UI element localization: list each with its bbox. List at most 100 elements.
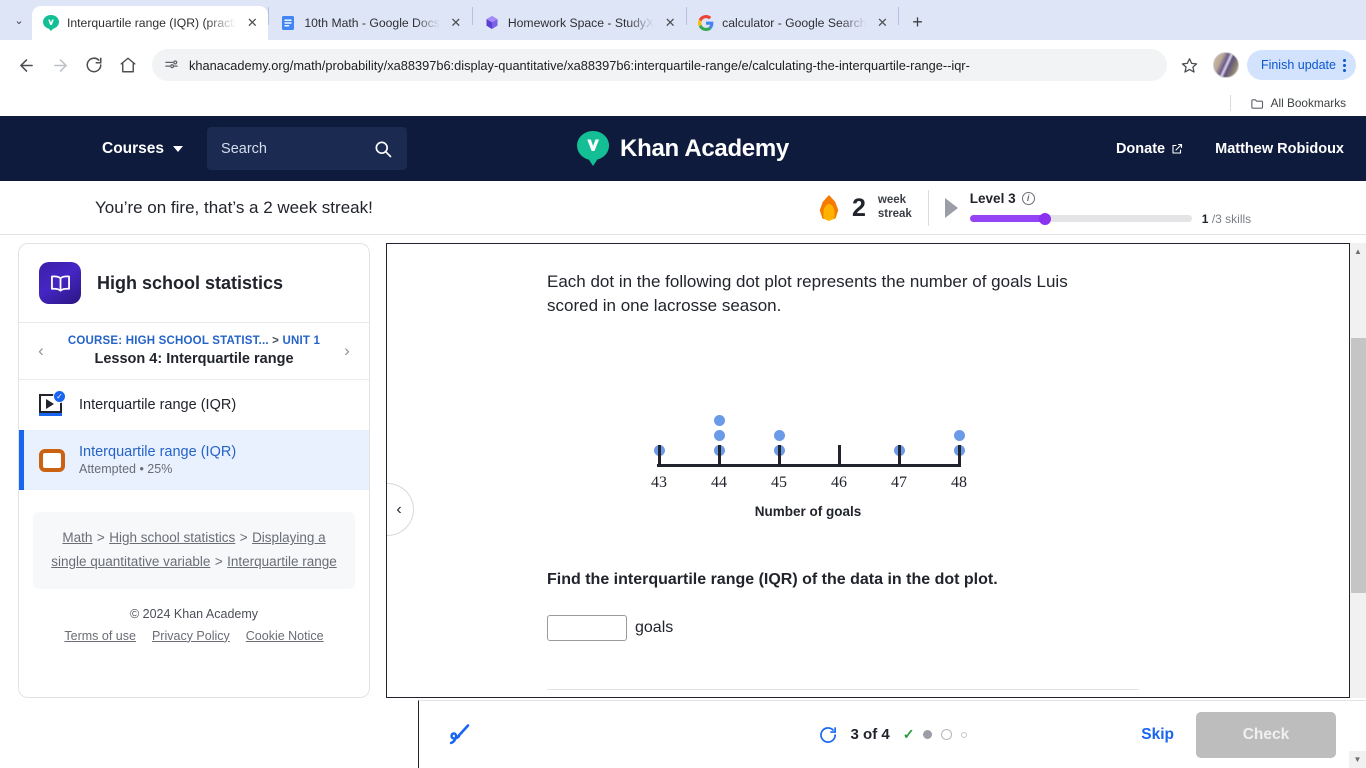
streak-unit: week streak	[878, 194, 912, 221]
back-button[interactable]	[10, 49, 42, 81]
url-text: khanacademy.org/math/probability/xa88397…	[189, 57, 970, 73]
browser-toolbar: khanacademy.org/math/probability/xa88397…	[0, 40, 1366, 90]
flame-icon	[819, 195, 839, 221]
level-progress-knob	[1039, 212, 1052, 225]
lesson-nav-center: COURSE: HIGH SCHOOL STATIST... > UNIT 1 …	[53, 335, 335, 367]
tab-divider	[898, 7, 900, 25]
answer-input[interactable]	[547, 615, 627, 642]
close-icon[interactable]: ✕	[874, 15, 890, 31]
page-body: High school statistics ‹ COURSE: HIGH SC…	[0, 235, 1366, 764]
user-menu-button[interactable]: Matthew Robidoux	[1215, 141, 1344, 157]
folder-icon	[1250, 98, 1263, 109]
dot-plot-tick-label: 43	[651, 474, 667, 492]
dot-plot-dot	[953, 430, 965, 442]
crumb-link-iqr[interactable]: Interquartile range	[227, 554, 337, 569]
studyx-favicon	[486, 16, 498, 29]
answer-unit-label: goals	[635, 619, 674, 637]
skip-button[interactable]: Skip	[1119, 726, 1196, 744]
level-label: Level 3	[969, 190, 1016, 206]
dot-plot-dot	[773, 430, 785, 442]
forward-button[interactable]	[44, 49, 76, 81]
browser-tab-1[interactable]: 10th Math - Google Docs ✕	[269, 6, 472, 40]
dot-plot-tick	[838, 445, 841, 468]
scroll-up-arrow-icon[interactable]: ▲	[1350, 243, 1366, 260]
browser-tab-2[interactable]: Homework Space - StudyX ✕	[473, 6, 686, 40]
lesson-title: Lesson 4: Interquartile range	[94, 351, 294, 367]
navbar-right-group: Donate Matthew Robidoux	[1116, 141, 1344, 157]
exercise-icon	[39, 448, 65, 472]
dot-plot-tick	[898, 445, 901, 468]
path-breadcrumb-box: Math > High school statistics > Displayi…	[33, 512, 355, 589]
play-triangle-icon[interactable]	[944, 198, 958, 218]
terms-of-use-link[interactable]: Terms of use	[64, 629, 136, 643]
refresh-icon[interactable]	[818, 725, 838, 745]
courses-label: Courses	[102, 139, 165, 157]
cookie-notice-link[interactable]: Cookie Notice	[246, 629, 324, 643]
courses-menu-button[interactable]: Courses	[102, 139, 184, 158]
progress-mark-upcoming	[941, 729, 953, 740]
all-bookmarks-button[interactable]: All Bookmarks	[1244, 94, 1352, 113]
progress-mark-correct-icon: ✓	[902, 726, 915, 742]
level-header: Level 3 i	[970, 191, 1251, 206]
donate-link[interactable]: Donate	[1116, 141, 1183, 157]
profile-avatar[interactable]	[1212, 52, 1239, 78]
scrollbar-thumb[interactable]	[1350, 338, 1366, 593]
close-icon[interactable]: ✕	[244, 15, 260, 31]
site-settings-icon[interactable]	[164, 58, 179, 73]
dot-plot-tick-label: 47	[891, 474, 907, 492]
content-scrollbar[interactable]: ▲	[1349, 243, 1366, 698]
video-icon: ✓	[39, 390, 66, 416]
finish-update-label: Finish update	[1260, 58, 1336, 72]
crumb-link-math[interactable]: Math	[62, 530, 92, 545]
next-lesson-button[interactable]: ›	[335, 341, 359, 361]
chrome-menu-icon[interactable]	[1343, 58, 1346, 72]
all-bookmarks-label: All Bookmarks	[1270, 96, 1346, 110]
exercise-prompt: Each dot in the following dot plot repre…	[547, 272, 1068, 316]
khan-academy-navbar: Courses Search Khan Academy Donate Matth…	[0, 116, 1366, 181]
sidebar-item-exercise-iqr[interactable]: Interquartile range (IQR) Attempted • 25…	[19, 430, 369, 490]
reload-button[interactable]	[78, 49, 110, 81]
crumb-sep: >	[214, 554, 223, 570]
search-input[interactable]: Search	[207, 127, 408, 170]
close-icon[interactable]: ✕	[662, 15, 678, 31]
tab-search-chevron-icon[interactable]: ⌄	[6, 0, 32, 40]
scroll-down-arrow-icon[interactable]: ▼	[1349, 751, 1366, 768]
progress-mark-current	[923, 730, 933, 739]
khan-academy-logo[interactable]: Khan Academy	[577, 131, 789, 166]
level-progress-fill	[969, 215, 1046, 222]
dot-plot-axis	[657, 464, 959, 468]
hint-pencil-icon[interactable]	[445, 719, 477, 751]
finish-update-button[interactable]: Finish update	[1246, 50, 1356, 80]
address-bar[interactable]: khanacademy.org/math/probability/xa88397…	[152, 49, 1167, 81]
browser-tab-3[interactable]: calculator - Google Search ✕	[687, 6, 898, 40]
exercise-content: Each dot in the following dot plot repre…	[387, 244, 1366, 697]
streak-divider	[927, 190, 929, 226]
info-icon[interactable]: i	[1021, 191, 1035, 205]
search-icon[interactable]	[373, 139, 393, 159]
breadcrumb-unit[interactable]: UNIT 1	[282, 335, 320, 347]
exercise-panel: ‹ Each dot in the following dot plot rep…	[386, 243, 1366, 698]
new-tab-button[interactable]: +	[903, 8, 931, 36]
crumb-link-statistics[interactable]: High school statistics	[109, 530, 235, 545]
browser-tab-0[interactable]: Interquartile range (IQR) (practi ✕	[32, 6, 269, 40]
course-title: High school statistics	[97, 272, 284, 293]
privacy-policy-link[interactable]: Privacy Policy	[152, 629, 230, 643]
streak-count: 2	[852, 193, 866, 222]
footer-links: Terms of use Privacy Policy Cookie Notic…	[19, 629, 369, 643]
sidebar-item-text: Interquartile range (IQR)	[79, 397, 236, 413]
scrollbar-track[interactable]	[1350, 260, 1366, 698]
dot-plot-tick	[958, 445, 961, 468]
sidebar-item-video-iqr[interactable]: ✓ Interquartile range (IQR)	[19, 380, 369, 430]
tab-title: calculator - Google Search	[722, 16, 867, 30]
breadcrumb-course[interactable]: COURSE: HIGH SCHOOL STATIST...	[68, 335, 269, 347]
previous-lesson-button[interactable]: ‹	[29, 341, 53, 361]
bookmark-star-icon[interactable]	[1175, 50, 1205, 80]
crumb-sep: >	[239, 530, 248, 545]
close-icon[interactable]: ✕	[448, 15, 464, 31]
home-button[interactable]	[112, 49, 144, 81]
tab-title: Homework Space - StudyX	[507, 16, 655, 30]
level-progress-track	[969, 212, 1192, 225]
google-docs-favicon	[282, 16, 295, 30]
sidebar-header: High school statistics	[19, 244, 369, 323]
course-book-icon	[39, 262, 81, 304]
